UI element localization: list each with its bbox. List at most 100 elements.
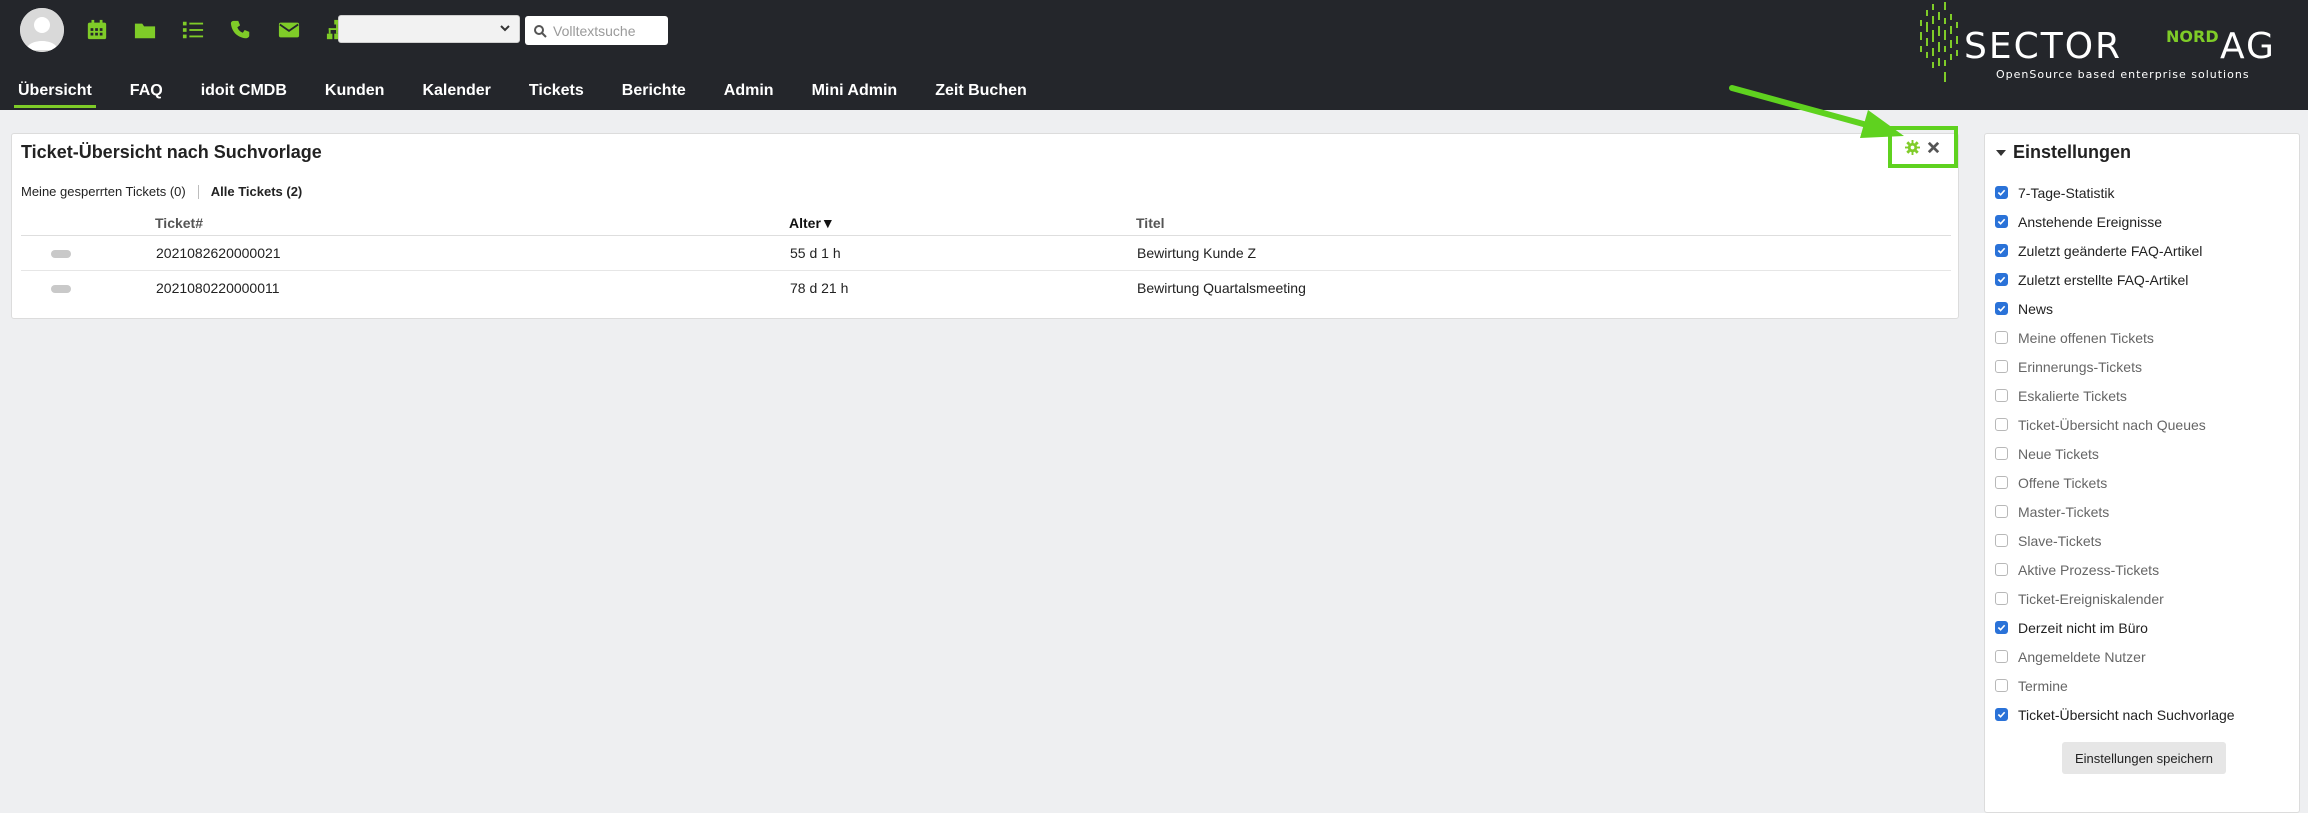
settings-sidebar: Einstellungen 7-Tage-Statistik Anstehend…: [1984, 133, 2300, 813]
setting-option[interactable]: Aktive Prozess-Tickets: [1995, 555, 2235, 584]
setting-option[interactable]: Zuletzt erstellte FAQ-Artikel: [1995, 265, 2235, 294]
setting-option[interactable]: Derzeit nicht im Büro: [1995, 613, 2235, 642]
checkbox-unchecked[interactable]: [1995, 331, 2008, 344]
checkbox-unchecked[interactable]: [1995, 679, 2008, 692]
setting-option[interactable]: Anstehende Ereignisse: [1995, 207, 2235, 236]
nav-mini-admin[interactable]: Mini Admin: [808, 78, 902, 108]
setting-label: Ticket-Übersicht nach Suchvorlage: [2018, 706, 2235, 723]
calendar-icon[interactable]: [86, 16, 134, 44]
checkbox-unchecked[interactable]: [1995, 389, 2008, 402]
setting-option[interactable]: Meine offenen Tickets: [1995, 323, 2235, 352]
checkbox-checked[interactable]: [1995, 621, 2008, 634]
ticket-title[interactable]: Bewirtung Kunde Z: [1137, 245, 1256, 261]
table-row[interactable]: 2021080220000011 78 d 21 h Bewirtung Qua…: [21, 271, 1951, 305]
chevron-down-icon: [500, 25, 510, 32]
checkbox-checked[interactable]: [1995, 302, 2008, 315]
setting-label: Master-Tickets: [2018, 503, 2110, 520]
user-avatar-icon: [20, 8, 64, 52]
nav-tickets[interactable]: Tickets: [525, 78, 588, 108]
setting-option[interactable]: News: [1995, 294, 2235, 323]
nav-idoit-cmdb[interactable]: idoit CMDB: [197, 78, 291, 108]
nav-admin[interactable]: Admin: [720, 78, 778, 108]
nav-zeit-buchen[interactable]: Zeit Buchen: [931, 78, 1031, 108]
setting-label: Zuletzt erstellte FAQ-Artikel: [2018, 271, 2189, 288]
checkbox-unchecked[interactable]: [1995, 360, 2008, 373]
setting-label: Neue Tickets: [2018, 445, 2099, 462]
setting-option[interactable]: Neue Tickets: [1995, 439, 2235, 468]
setting-label: Ticket-Ereigniskalender: [2018, 590, 2164, 607]
folder-icon[interactable]: [134, 16, 182, 44]
setting-label: Erinnerungs-Tickets: [2018, 358, 2142, 375]
checkbox-unchecked[interactable]: [1995, 476, 2008, 489]
setting-option[interactable]: Slave-Tickets: [1995, 526, 2235, 555]
setting-label: Zuletzt geänderte FAQ-Artikel: [2018, 242, 2203, 259]
checkbox-checked[interactable]: [1995, 708, 2008, 721]
setting-option[interactable]: Ticket-Übersicht nach Suchvorlage: [1995, 700, 2235, 729]
ticket-number[interactable]: 2021080220000011: [156, 280, 280, 296]
ticket-title[interactable]: Bewirtung Quartalsmeeting: [1137, 280, 1306, 296]
search-input[interactable]: [551, 21, 665, 40]
checkbox-checked[interactable]: [1995, 186, 2008, 199]
setting-option[interactable]: Ticket-Ereigniskalender: [1995, 584, 2235, 613]
company-logo[interactable]: SECTOR NORD AG OpenSource based enterpri…: [1918, 0, 2308, 110]
setting-label: Derzeit nicht im Büro: [2018, 619, 2148, 636]
checkbox-unchecked[interactable]: [1995, 592, 2008, 605]
nav-berichte[interactable]: Berichte: [618, 78, 690, 108]
ticket-number[interactable]: 2021082620000021: [156, 245, 281, 261]
svg-text:AG: AG: [2220, 26, 2276, 67]
nav-kalender[interactable]: Kalender: [418, 78, 494, 108]
checkbox-checked[interactable]: [1995, 215, 2008, 228]
checkbox-unchecked[interactable]: [1995, 534, 2008, 547]
setting-label: Ticket-Übersicht nach Queues: [2018, 416, 2206, 433]
setting-label: 7-Tage-Statistik: [2018, 184, 2115, 201]
widget-title: Ticket-Übersicht nach Suchvorlage: [21, 142, 322, 162]
column-title[interactable]: Titel: [1136, 215, 1165, 231]
setting-label: Anstehende Ereignisse: [2018, 213, 2162, 230]
queue-select[interactable]: [338, 15, 520, 43]
setting-option[interactable]: Erinnerungs-Tickets: [1995, 352, 2235, 381]
phone-icon[interactable]: [230, 16, 278, 44]
filter-divider: [197, 184, 199, 199]
checkbox-unchecked[interactable]: [1995, 650, 2008, 663]
list-icon[interactable]: [182, 16, 230, 44]
search-box: [525, 16, 668, 45]
ticket-age: 78 d 21 h: [790, 280, 849, 296]
gear-icon[interactable]: [1905, 139, 1920, 155]
close-icon[interactable]: [1926, 140, 1941, 155]
nav-uebersicht[interactable]: Übersicht: [14, 78, 96, 108]
filter-all-tickets[interactable]: Alle Tickets (2): [211, 184, 303, 199]
save-settings-button[interactable]: Einstellungen speichern: [2062, 742, 2226, 774]
checkbox-unchecked[interactable]: [1995, 505, 2008, 518]
envelope-icon[interactable]: [278, 16, 326, 44]
setting-label: Slave-Tickets: [2018, 532, 2102, 549]
user-avatar[interactable]: [20, 8, 64, 52]
checkbox-checked[interactable]: [1995, 244, 2008, 257]
setting-option[interactable]: Ticket-Übersicht nach Queues: [1995, 410, 2235, 439]
column-ticket-number[interactable]: Ticket#: [155, 215, 203, 231]
svg-text:NORD: NORD: [2166, 27, 2219, 46]
setting-label: Eskalierte Tickets: [2018, 387, 2127, 404]
setting-option[interactable]: Master-Tickets: [1995, 497, 2235, 526]
settings-header[interactable]: Einstellungen: [1995, 142, 2131, 163]
setting-option[interactable]: Offene Tickets: [1995, 468, 2235, 497]
checkbox-unchecked[interactable]: [1995, 447, 2008, 460]
setting-option[interactable]: Angemeldete Nutzer: [1995, 642, 2235, 671]
ticket-filter-bar: Meine gesperrten Tickets (0) Alle Ticket…: [21, 184, 302, 199]
nav-kunden[interactable]: Kunden: [321, 78, 389, 108]
nav-faq[interactable]: FAQ: [126, 78, 167, 108]
table-row[interactable]: 2021082620000021 55 d 1 h Bewirtung Kund…: [21, 236, 1951, 271]
setting-label: Aktive Prozess-Tickets: [2018, 561, 2160, 578]
setting-option[interactable]: Termine: [1995, 671, 2235, 700]
ticket-priority-indicator: [51, 250, 71, 258]
setting-option[interactable]: Zuletzt geänderte FAQ-Artikel: [1995, 236, 2235, 265]
setting-label: News: [2018, 300, 2054, 317]
setting-option[interactable]: Eskalierte Tickets: [1995, 381, 2235, 410]
settings-options: 7-Tage-Statistik Anstehende Ereignisse Z…: [1995, 178, 2235, 729]
setting-option[interactable]: 7-Tage-Statistik: [1995, 178, 2235, 207]
checkbox-checked[interactable]: [1995, 273, 2008, 286]
filter-my-locked-tickets[interactable]: Meine gesperrten Tickets (0): [21, 184, 186, 199]
setting-label: Offene Tickets: [2018, 474, 2108, 491]
column-age[interactable]: Alter▼: [789, 215, 835, 231]
checkbox-unchecked[interactable]: [1995, 563, 2008, 576]
checkbox-unchecked[interactable]: [1995, 418, 2008, 431]
